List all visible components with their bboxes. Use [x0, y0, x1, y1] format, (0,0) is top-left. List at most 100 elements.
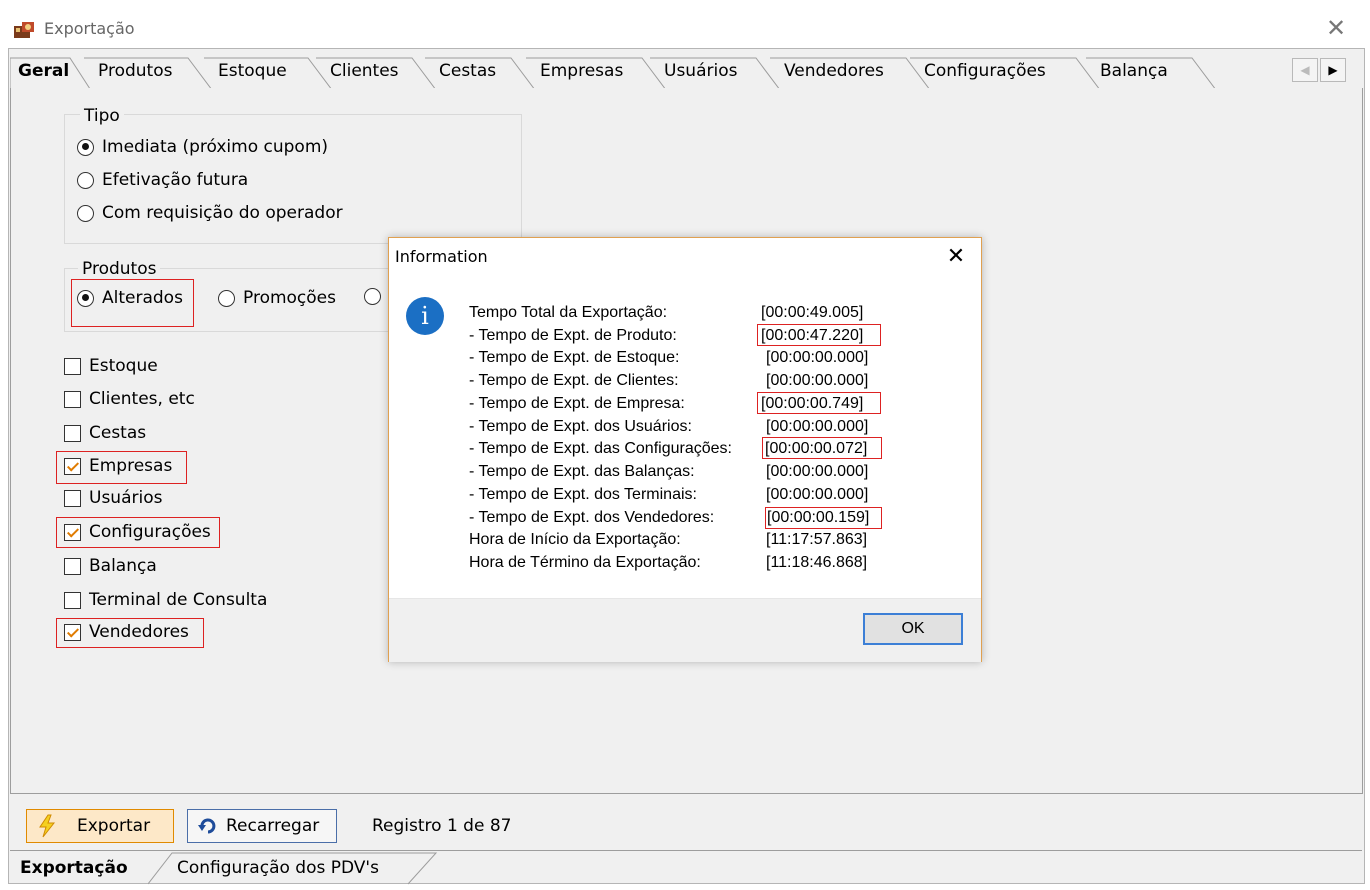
tab-label: Produtos	[98, 61, 173, 81]
tab-exportacao[interactable]: Exportação	[20, 852, 128, 884]
radio-label: Promoções	[243, 288, 336, 308]
radio-label: Efetivação futura	[102, 170, 249, 190]
tipo-legend: Tipo	[80, 106, 124, 126]
tab-label: Geral	[18, 61, 70, 81]
tab-label: Clientes	[330, 61, 399, 81]
window-close-button[interactable]: ✕	[1322, 14, 1350, 42]
tab-label: Empresas	[540, 61, 624, 81]
tab-scroll-buttons: ◀ ▶	[1292, 58, 1348, 82]
radio-produtos-third[interactable]	[364, 288, 381, 305]
info-label: Tempo Total da Exportação:	[469, 304, 668, 321]
radio-promocoes[interactable]: Promoções	[218, 288, 336, 308]
info-value: [00:00:00.000]	[766, 372, 869, 389]
checkbox-clientes[interactable]: Clientes, etc	[64, 389, 195, 409]
scroll-left-icon[interactable]: ◀	[1292, 58, 1318, 82]
radio-label: Com requisição do operador	[102, 203, 343, 223]
info-label: - Tempo de Expt. das Configurações:	[469, 440, 732, 457]
info-label: - Tempo de Expt. de Empresa:	[469, 395, 685, 412]
radio-button	[364, 288, 381, 305]
tab-label: Vendedores	[784, 61, 884, 81]
tab-label: Cestas	[439, 61, 497, 81]
info-label: - Tempo de Expt. de Clientes:	[469, 372, 679, 389]
highlight-box	[56, 517, 220, 548]
checkbox-balanca[interactable]: Balança	[64, 556, 157, 576]
tab-empresas[interactable]: Empresas	[526, 56, 666, 91]
checkbox-label: Clientes, etc	[89, 389, 195, 409]
info-value: [00:00:49.005]	[761, 304, 864, 321]
checkbox-box	[64, 489, 81, 507]
highlight-box	[71, 279, 194, 327]
window-title: Exportação	[44, 19, 135, 38]
information-dialog: Information ✕ i Tempo Total da Exportaçã…	[388, 237, 982, 662]
checkbox-label: Terminal de Consulta	[89, 590, 268, 610]
tab-produtos[interactable]: Produtos	[84, 56, 212, 91]
radio-button-selected	[77, 138, 94, 156]
radio-button	[218, 289, 235, 307]
tab-balanca[interactable]: Balança	[1086, 56, 1216, 91]
highlight-box	[56, 451, 187, 484]
info-icon: i	[406, 297, 444, 335]
export-label: Exportar	[77, 816, 151, 836]
info-label: - Tempo de Expt. de Produto:	[469, 327, 677, 344]
record-status: Registro 1 de 87	[372, 816, 512, 836]
checkbox-box	[64, 390, 81, 408]
checkbox-box	[64, 591, 81, 609]
dialog-close-button[interactable]: ✕	[941, 242, 971, 272]
tab-label: Estoque	[218, 61, 287, 81]
checkbox-label: Cestas	[89, 423, 147, 443]
radio-com-requisicao[interactable]: Com requisição do operador	[77, 203, 343, 223]
checkbox-label: Balança	[89, 556, 157, 576]
info-value: [00:00:00.000]	[766, 349, 869, 366]
highlight-box	[765, 507, 882, 529]
info-value: [00:00:00.000]	[766, 463, 869, 480]
checkbox-label: Usuários	[89, 488, 163, 508]
info-label: Hora de Início da Exportação:	[469, 531, 681, 548]
tab-configuracoes[interactable]: Configurações	[910, 56, 1100, 91]
tab-configuracao-pdvs[interactable]: Configuração dos PDV's	[177, 852, 379, 884]
reload-label: Recarregar	[226, 816, 320, 836]
radio-imediata[interactable]: Imediata (próximo cupom)	[77, 137, 328, 157]
checkbox-label: Estoque	[89, 356, 158, 376]
tab-cestas[interactable]: Cestas	[425, 56, 535, 91]
tab-estoque[interactable]: Estoque	[204, 56, 332, 91]
main-tab-strip: Geral Produtos Estoque Clientes Cestas E…	[10, 52, 1362, 92]
tab-label: Configurações	[924, 61, 1046, 81]
highlight-box	[757, 324, 881, 346]
export-button[interactable]: Exportar	[26, 809, 174, 843]
info-label: - Tempo de Expt. dos Vendedores:	[469, 509, 715, 526]
title-bar	[0, 0, 1370, 48]
info-label: Hora de Término da Exportação:	[469, 554, 701, 571]
reload-button[interactable]: Recarregar	[187, 809, 337, 843]
ok-button[interactable]: OK	[863, 613, 963, 645]
info-value: [00:00:00.000]	[766, 486, 869, 503]
radio-efetivacao-futura[interactable]: Efetivação futura	[77, 170, 248, 190]
info-value: [11:18:46.868]	[766, 554, 868, 571]
app-icon	[12, 18, 36, 40]
checkbox-cestas[interactable]: Cestas	[64, 423, 146, 443]
checkbox-box	[64, 357, 81, 375]
highlight-box	[762, 437, 882, 459]
tab-clientes[interactable]: Clientes	[316, 56, 436, 91]
checkbox-usuarios[interactable]: Usuários	[64, 488, 162, 508]
info-value: [00:00:00.000]	[766, 418, 869, 435]
info-label: - Tempo de Expt. de Estoque:	[469, 349, 680, 366]
tab-vendedores[interactable]: Vendedores	[770, 56, 930, 91]
scroll-right-icon[interactable]: ▶	[1320, 58, 1346, 82]
radio-button	[77, 204, 94, 222]
checkbox-estoque[interactable]: Estoque	[64, 356, 158, 376]
radio-label: Imediata (próximo cupom)	[102, 137, 329, 157]
highlight-box	[56, 618, 204, 648]
tab-geral[interactable]: Geral	[10, 56, 92, 92]
dialog-title: Information	[395, 247, 488, 266]
info-value: [11:17:57.863]	[766, 531, 868, 548]
tab-label: Usuários	[664, 61, 738, 81]
checkbox-box	[64, 424, 81, 442]
radio-button	[77, 171, 94, 189]
checkbox-box	[64, 557, 81, 575]
lightning-icon	[37, 814, 57, 838]
info-label: - Tempo de Expt. dos Terminais:	[469, 486, 697, 503]
tab-usuarios[interactable]: Usuários	[650, 56, 780, 91]
checkbox-terminal-consulta[interactable]: Terminal de Consulta	[64, 590, 267, 610]
highlight-box	[757, 392, 881, 414]
reload-icon	[198, 817, 220, 835]
